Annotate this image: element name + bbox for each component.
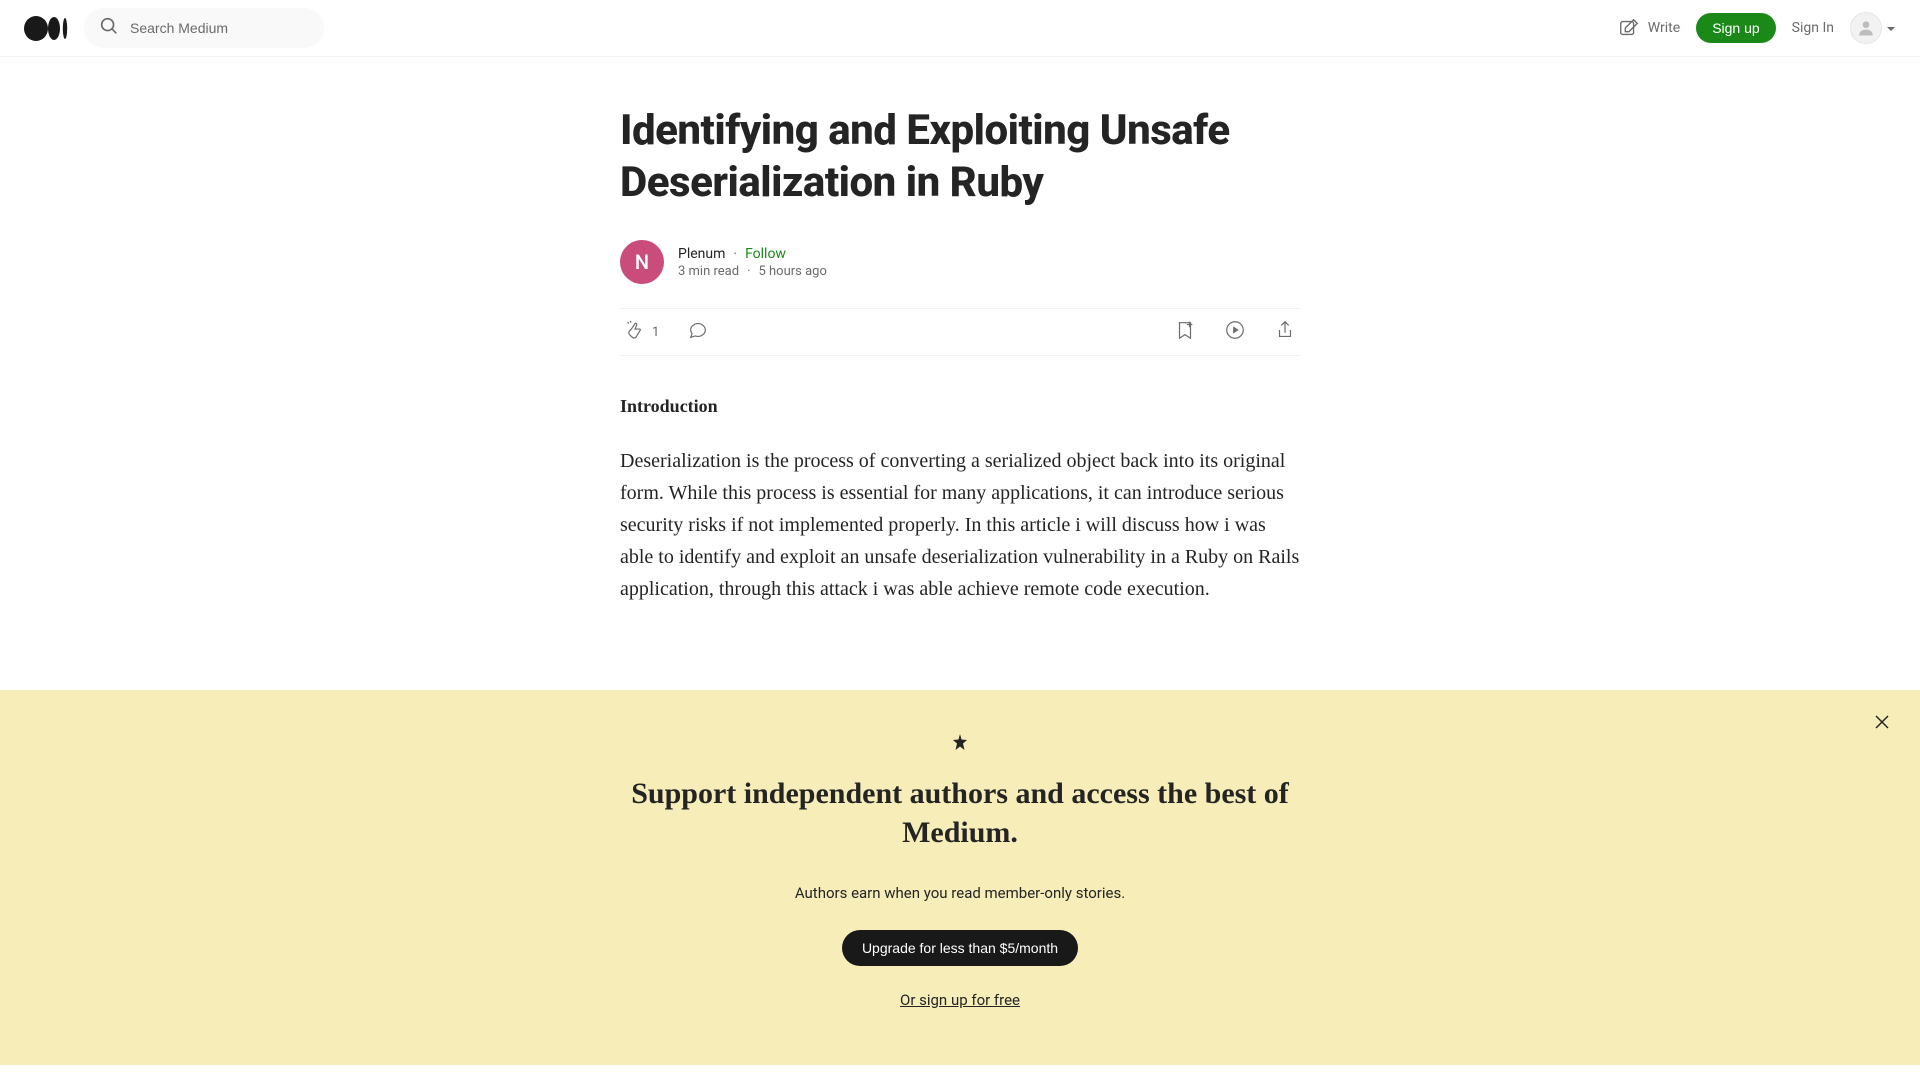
author-name[interactable]: Plenum	[678, 246, 725, 262]
listen-button[interactable]	[1224, 319, 1246, 345]
membership-banner: Support independent authors and access t…	[0, 690, 1920, 1065]
search-icon	[98, 15, 120, 41]
medium-logo[interactable]	[24, 16, 68, 41]
banner-close-button[interactable]	[1872, 712, 1892, 736]
article: Identifying and Exploiting Unsafe Deseri…	[620, 57, 1300, 605]
profile-menu[interactable]	[1850, 12, 1896, 44]
write-label: Write	[1648, 20, 1680, 36]
signup-button[interactable]: Sign up	[1696, 13, 1775, 43]
signup-free-link[interactable]: Or sign up for free	[900, 991, 1020, 1009]
action-bar: 1	[620, 308, 1300, 356]
signin-link[interactable]: Sign In	[1792, 20, 1834, 36]
separator-dot: ·	[747, 264, 750, 279]
banner-subtext: Authors earn when you read member-only s…	[620, 884, 1300, 902]
bookmark-add-icon	[1174, 319, 1196, 345]
clap-button[interactable]: 1	[624, 319, 659, 345]
bookmark-button[interactable]	[1174, 319, 1196, 345]
byline: N Plenum · Follow 3 min read · 5 hours a…	[620, 240, 1300, 284]
avatar-icon	[1850, 12, 1882, 44]
top-nav: Write Sign up Sign In	[0, 0, 1920, 57]
article-title: Identifying and Exploiting Unsafe Deseri…	[620, 105, 1300, 208]
search-input[interactable]	[130, 20, 312, 36]
read-time: 3 min read	[678, 264, 739, 279]
share-button[interactable]	[1274, 319, 1296, 345]
search-box[interactable]	[84, 8, 324, 48]
write-icon	[1618, 17, 1640, 39]
author-avatar[interactable]: N	[620, 240, 664, 284]
separator-dot: ·	[733, 246, 737, 262]
section-heading: Introduction	[620, 396, 1300, 417]
comment-button[interactable]	[687, 319, 709, 345]
article-paragraph: Deserialization is the process of conver…	[620, 445, 1300, 605]
follow-link[interactable]: Follow	[745, 246, 786, 262]
clap-icon	[624, 319, 646, 345]
publish-time: 5 hours ago	[758, 264, 826, 279]
write-link[interactable]: Write	[1618, 17, 1680, 39]
comment-icon	[687, 319, 709, 345]
banner-headline: Support independent authors and access t…	[620, 774, 1300, 852]
share-icon	[1274, 319, 1296, 345]
clap-count: 1	[652, 325, 659, 340]
close-icon	[1872, 717, 1892, 736]
star-icon	[620, 734, 1300, 754]
play-circle-icon	[1224, 319, 1246, 345]
chevron-down-icon	[1886, 19, 1896, 38]
upgrade-button[interactable]: Upgrade for less than $5/month	[842, 930, 1078, 966]
